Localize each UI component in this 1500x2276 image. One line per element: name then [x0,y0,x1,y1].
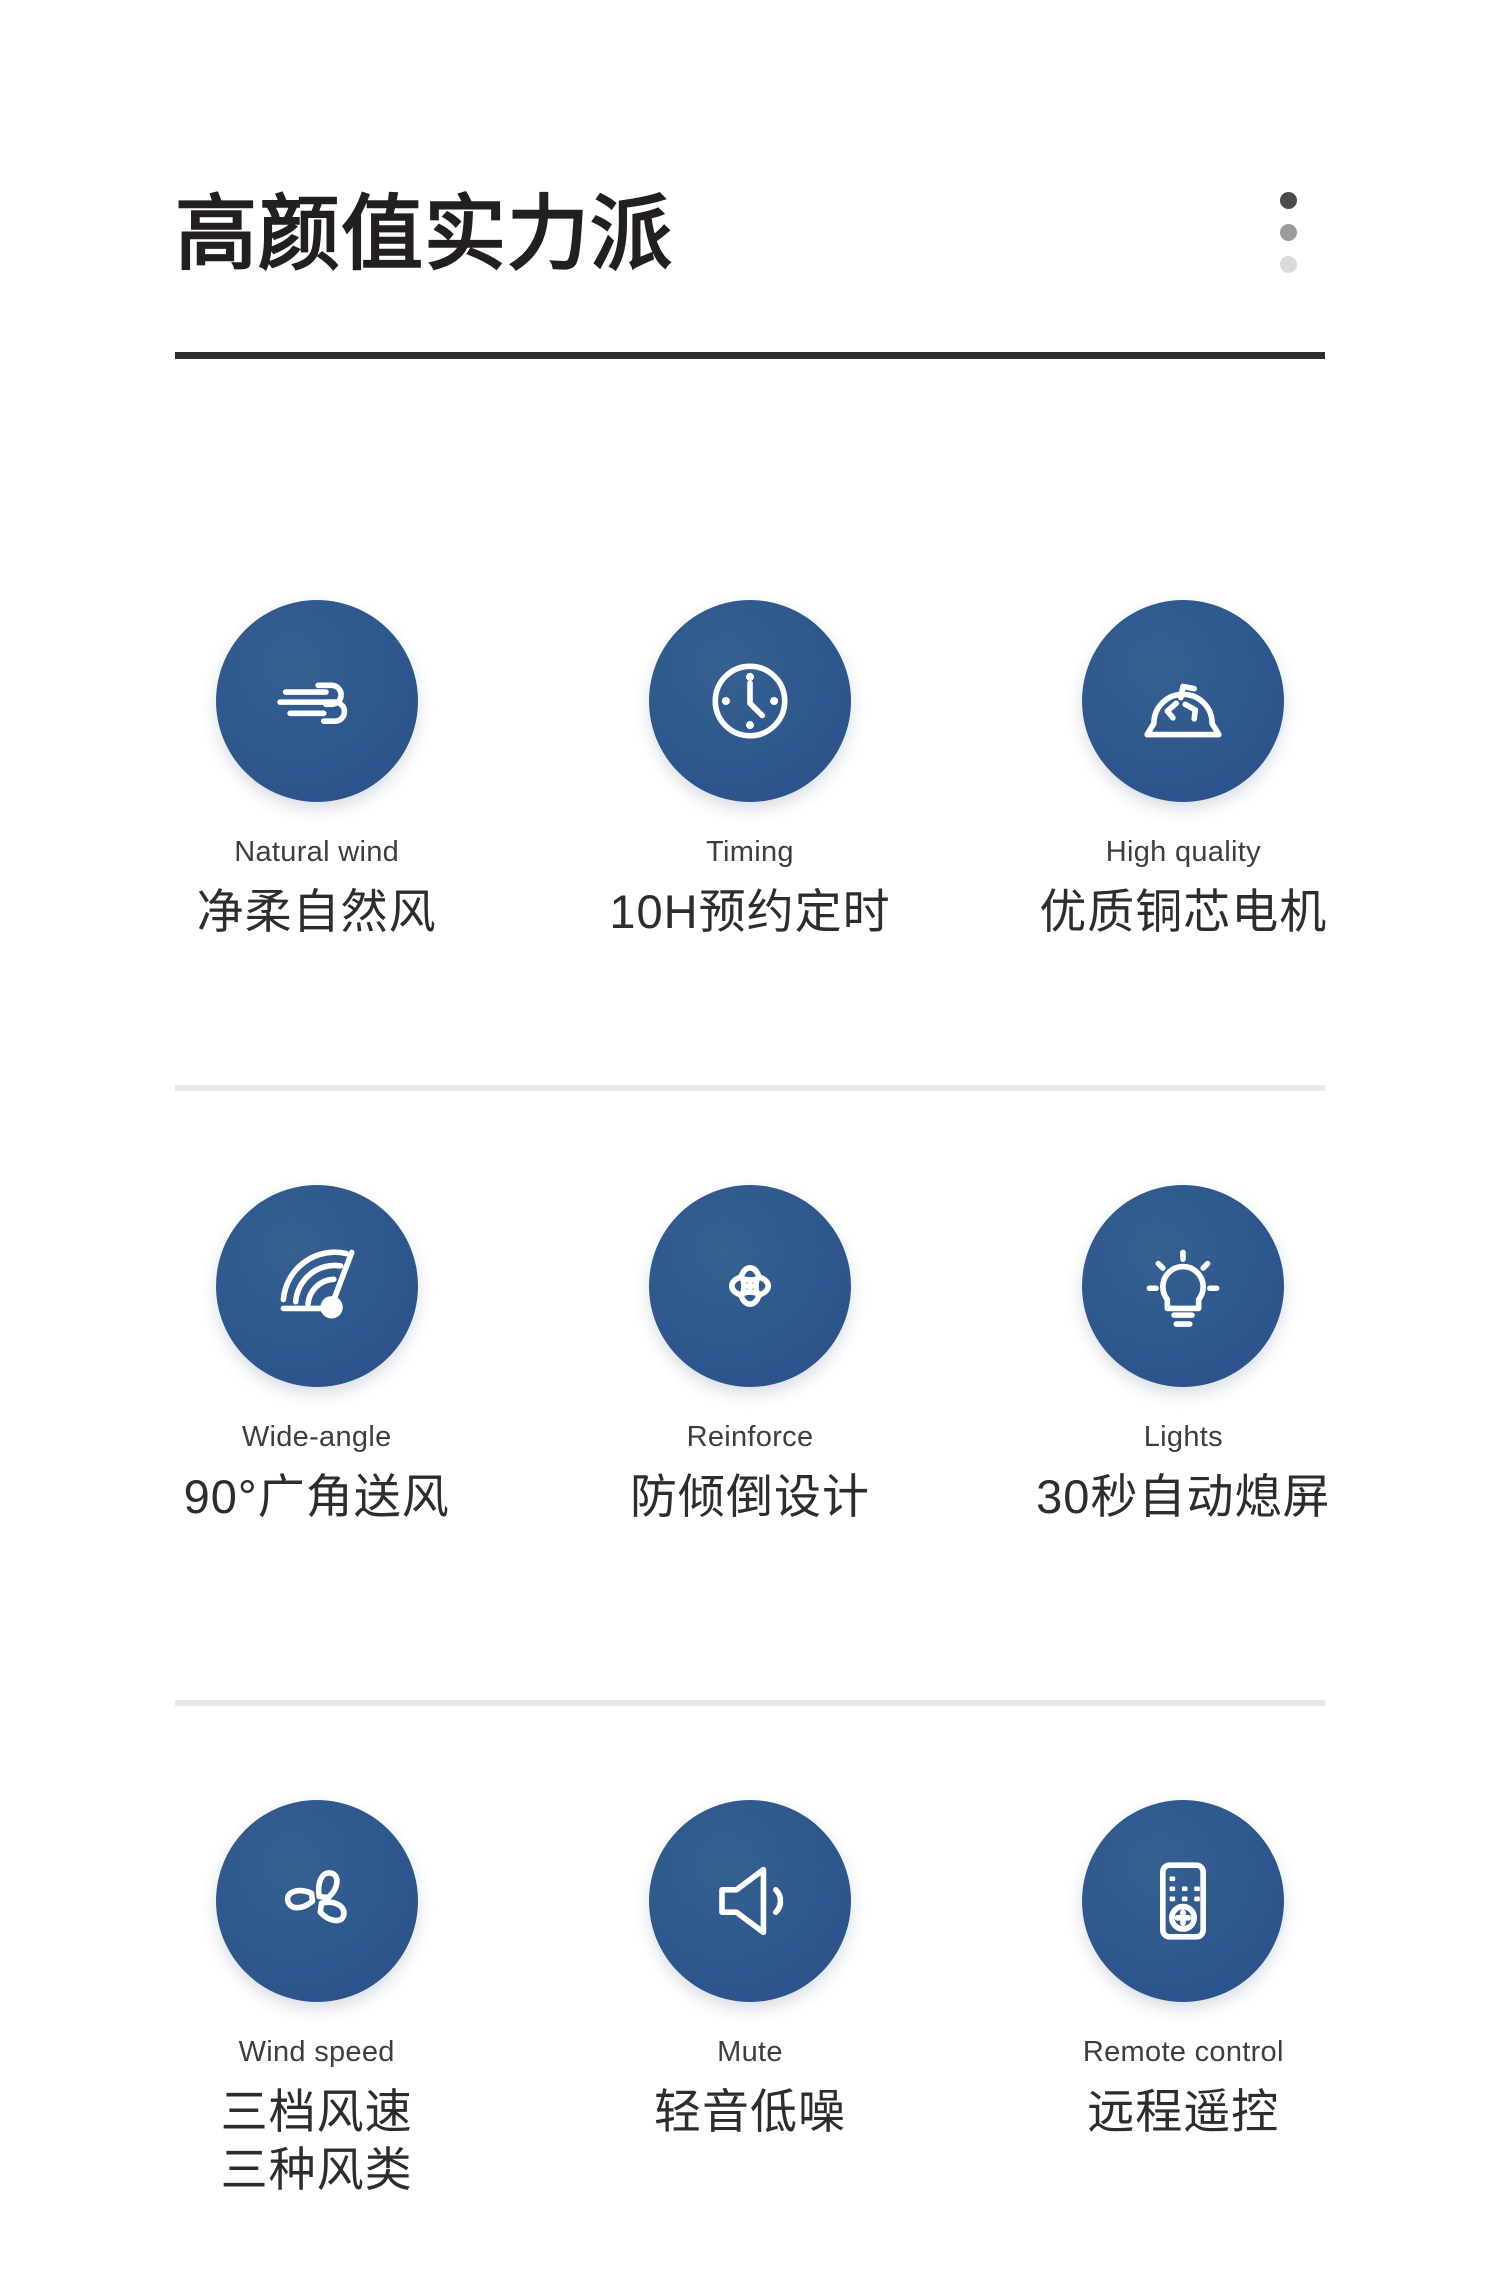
feature-high-quality[interactable]: High quality 优质铜芯电机 [967,600,1400,941]
feature-label-cn: 优质铜芯电机 [1039,884,1328,938]
product-feature-page: 高颜值实力派 Natural wind 净柔自然风 Timing 10H预约定时… [0,0,1500,2276]
feature-row-3: Wind speed 三档风速 三种风类 Mute 轻音低噪 Remote co… [100,1800,1400,2199]
feature-mute[interactable]: Mute 轻音低噪 [533,1800,966,2199]
fan-blade-icon [284,1870,347,1924]
section-divider-1 [175,1085,1325,1091]
motor-icon-circle [1082,600,1285,802]
page-header: 高颜值实力派 [175,160,1325,360]
feature-label-en: Timing [706,836,794,868]
feature-reinforce[interactable]: Reinforce 防倾倒设计 [533,1185,966,1526]
feature-wind-speed[interactable]: Wind speed 三档风速 三种风类 [100,1800,533,2199]
title-underline-rule [175,352,1325,359]
feature-label-en: Reinforce [686,1421,814,1453]
feature-label-cn: 远程遥控 [1087,2084,1280,2138]
base-stand-icon [729,1265,771,1307]
feature-label-cn: 防倾倒设计 [629,1469,870,1523]
section-divider-2 [175,1700,1325,1706]
feature-label-en: High quality [1105,836,1261,868]
wind-icon [276,682,347,724]
gauge-icon-circle [215,1185,418,1387]
feature-label-en: Natural wind [234,836,400,868]
clock-icon-circle [648,600,851,802]
lightbulb-icon-circle [1082,1185,1285,1387]
remote-control-icon-circle [1082,1800,1285,2002]
wind-icon-circle [215,600,418,802]
feature-natural-wind[interactable]: Natural wind 净柔自然风 [100,600,533,941]
fan-blade-icon-circle [215,1800,418,2002]
feature-label-cn: 三档风速 三种风类 [220,2084,413,2197]
feature-label-cn: 90°广角送风 [183,1469,450,1523]
base-stand-icon-circle [648,1185,851,1387]
feature-lights[interactable]: Lights 30秒自动熄屏 [967,1185,1400,1526]
feature-label-en: Wide-angle [241,1421,392,1453]
feature-label-cn: 30秒自动熄屏 [1036,1469,1331,1523]
feature-label-en: Wind speed [238,2036,395,2068]
lightbulb-icon [1146,1249,1220,1327]
feature-timing[interactable]: Timing 10H预约定时 [533,600,966,941]
feature-label-en: Mute [717,2036,783,2068]
gauge-icon [280,1249,355,1319]
clock-icon [712,663,788,739]
page-title: 高颜值实力派 [175,189,674,280]
speaker-mute-icon [719,1866,784,1936]
feature-label-cn: 轻音低噪 [653,2084,846,2138]
feature-label-cn: 净柔自然风 [196,884,437,938]
menu-dots-indicator[interactable] [1280,191,1325,279]
dot-dark-icon [1280,191,1297,209]
remote-control-icon [1160,1862,1207,1940]
speaker-mute-icon-circle [648,1800,851,2002]
feature-wide-angle[interactable]: Wide-angle 90°广角送风 [100,1185,533,1526]
dot-light-icon [1280,255,1297,273]
feature-label-en: Remote control [1082,2036,1284,2068]
feature-label-en: Lights [1143,1421,1223,1453]
feature-row-1: Natural wind 净柔自然风 Timing 10H预约定时 High q… [100,600,1400,941]
motor-icon [1144,683,1222,738]
feature-label-cn: 10H预约定时 [609,884,891,938]
feature-remote-control[interactable]: Remote control 远程遥控 [967,1800,1400,2199]
feature-row-2: Wide-angle 90°广角送风 Reinforce 防倾倒设计 Light… [100,1185,1400,1526]
dot-medium-icon [1280,223,1297,241]
